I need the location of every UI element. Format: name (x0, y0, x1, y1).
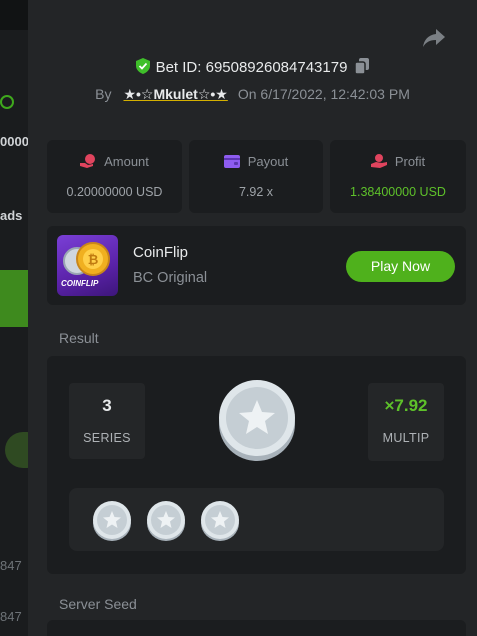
payout-value: 7.92 x (238, 185, 274, 199)
svg-text:₿: ₿ (88, 252, 99, 267)
bet-id: Bet ID: 69508926084743179 (155, 59, 348, 76)
coin-result-3-icon (201, 501, 239, 541)
background-text-amount: 0000 (0, 134, 29, 149)
verified-shield-icon (135, 58, 150, 74)
share-icon[interactable] (422, 28, 446, 48)
coinflip-thumbnail[interactable]: ₿ COINFLIP (57, 235, 118, 296)
on-label: On (237, 86, 257, 102)
multiplier-box: ×7.92 MULTIP (368, 383, 444, 461)
payout-label: Payout (247, 154, 289, 169)
amount-value: 0.20000000 USD (66, 185, 163, 199)
result-coin-icon (219, 380, 295, 461)
background-text-tab: ads (0, 208, 23, 223)
wallet-icon (223, 155, 240, 168)
result-heading: Result (59, 330, 99, 346)
game-card: ₿ COINFLIP CoinFlip BC Original Play Now (47, 226, 466, 305)
coin-result-2-icon (147, 501, 185, 541)
bet-details-modal: Bet ID: 69508926084743179 By ★•☆Mkulet☆•★… (28, 0, 477, 636)
copy-icon[interactable] (355, 58, 370, 74)
series-box: 3 SERIES (69, 383, 145, 459)
profit-value: 1.38400000 USD (350, 185, 446, 199)
coin-result-1-icon (93, 501, 131, 541)
bet-timestamp: 6/17/2022, 12:42:03 PM (260, 86, 410, 102)
payout-card: Payout 7.92 x (189, 140, 323, 213)
payout-label-row: Payout (189, 154, 323, 169)
coin-results-row (69, 488, 444, 551)
profit-card: Profit 1.38400000 USD (330, 140, 466, 213)
profit-label-row: Profit (330, 154, 466, 169)
multiplier-value: ×7.92 (384, 396, 428, 415)
amount-label: Amount (104, 154, 149, 169)
background-id-2: 847 (0, 609, 22, 624)
game-subtitle: BC Original (133, 270, 208, 286)
profit-label: Profit (394, 154, 426, 169)
amount-card: Amount 0.20000000 USD (47, 140, 182, 213)
username-link[interactable]: ★•☆Mkulet☆•★ (123, 86, 227, 102)
bet-id-row: Bet ID: 69508926084743179 (28, 58, 477, 76)
bet-author-row: By ★•☆Mkulet☆•★ On 6/17/2022, 12:42:03 PM (28, 86, 477, 103)
by-label: By (95, 86, 112, 102)
amount-label-row: Amount (47, 154, 182, 169)
coins-icon (80, 154, 96, 168)
series-value: 3 (102, 396, 112, 415)
screen: 0000 ads 847 847 Bet ID: 695089260847431… (0, 0, 477, 636)
play-now-button[interactable]: Play Now (346, 251, 455, 282)
thumbnail-label: COINFLIP (61, 279, 99, 288)
background-id-1: 847 (0, 558, 22, 573)
profit-icon (370, 154, 387, 168)
server-seed-field (47, 620, 466, 636)
server-seed-heading: Server Seed (59, 596, 137, 612)
multiplier-label: MULTIP (382, 431, 430, 445)
info-icon (0, 95, 14, 109)
game-name: CoinFlip (133, 244, 189, 261)
result-panel: 3 SERIES ×7.92 MULTIP (47, 356, 466, 574)
series-label: SERIES (83, 431, 131, 445)
